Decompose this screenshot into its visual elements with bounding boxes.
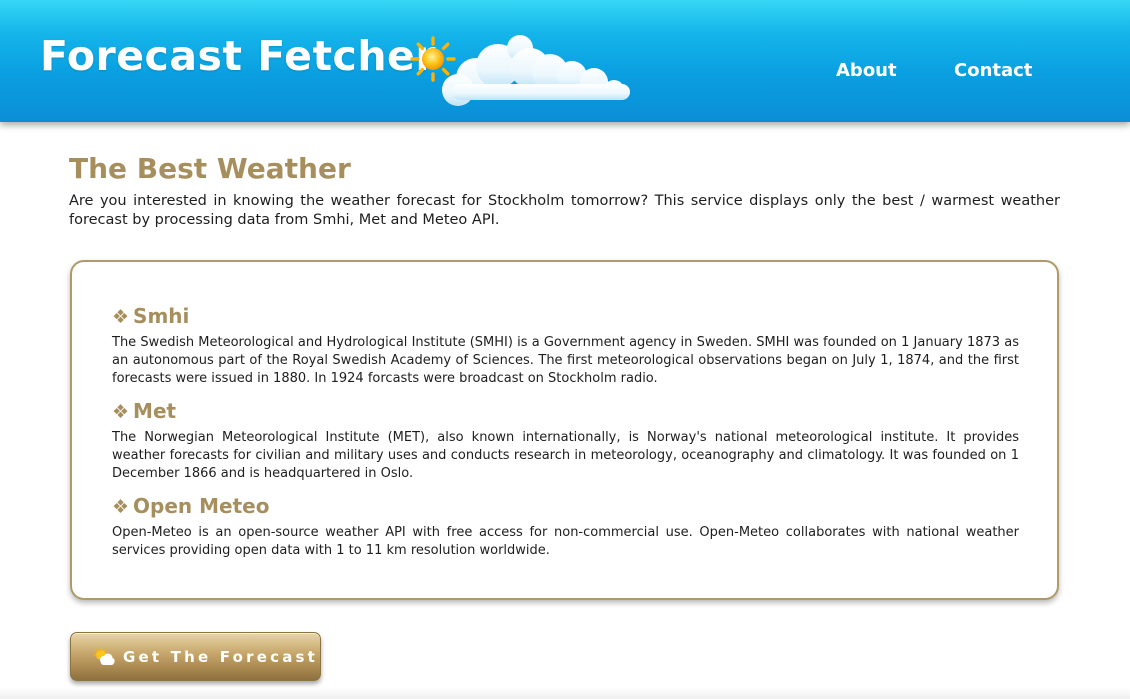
nav-about-link[interactable]: About bbox=[836, 60, 897, 81]
smhi-heading: ❖ Smhi bbox=[112, 304, 189, 328]
open-meteo-description: Open-Meteo is an open-source weather API… bbox=[112, 525, 1019, 558]
get-forecast-button[interactable]: Get The Forecast bbox=[70, 632, 321, 681]
nav-contact-link[interactable]: Contact bbox=[954, 60, 1032, 81]
site-header: Forecast Fetcher About Contact bbox=[0, 0, 1130, 122]
diamond-bullet-icon: ❖ bbox=[112, 496, 130, 518]
sources-card: ❖ Smhi The Swedish Meteorological and Hyd… bbox=[70, 260, 1059, 600]
smhi-description: The Swedish Meteorological and Hydrologi… bbox=[112, 335, 1019, 386]
sun-behind-cloud-icon bbox=[93, 647, 115, 665]
cloud-icon bbox=[442, 35, 630, 106]
met-description: The Norwegian Meteorological Institute (… bbox=[112, 430, 1019, 481]
open-meteo-heading-text: Open Meteo bbox=[133, 494, 270, 518]
bottom-fade bbox=[0, 688, 1130, 699]
met-heading-text: Met bbox=[133, 399, 177, 423]
page: Forecast Fetcher About Contact The Best … bbox=[0, 0, 1130, 699]
intro-paragraph: Are you interested in knowing the weathe… bbox=[69, 193, 1060, 228]
met-heading: ❖ Met bbox=[112, 399, 176, 423]
site-title[interactable]: Forecast Fetcher bbox=[40, 32, 436, 80]
smhi-heading-text: Smhi bbox=[133, 304, 190, 328]
open-meteo-heading: ❖ Open Meteo bbox=[112, 494, 269, 518]
get-forecast-label: Get The Forecast bbox=[123, 647, 319, 666]
page-title: The Best Weather bbox=[69, 152, 351, 185]
diamond-bullet-icon: ❖ bbox=[112, 306, 130, 328]
diamond-bullet-icon: ❖ bbox=[112, 401, 130, 423]
